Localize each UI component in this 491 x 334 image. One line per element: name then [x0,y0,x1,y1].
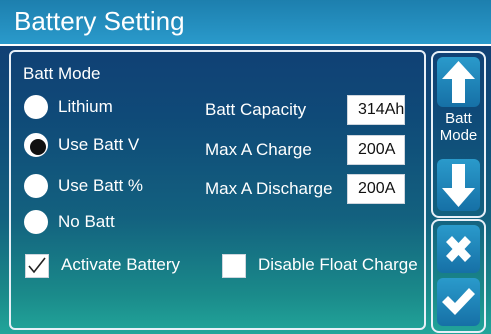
radio-no-batt[interactable] [24,210,48,234]
settings-panel: Batt Mode Lithium Use Batt V Use Batt % … [9,50,426,330]
batt-mode-label-line1: Batt [445,110,472,127]
batt-mode-label-line2: Mode [439,127,478,144]
max-a-discharge-input[interactable]: 200A [347,174,405,204]
radio-use-batt-percent[interactable] [24,174,48,198]
cancel-button[interactable] [437,225,480,273]
radio-selected-dot [30,139,46,155]
max-a-discharge-label: Max A Discharge [205,179,333,198]
activate-battery-label: Activate Battery [61,255,181,274]
disable-float-charge-label: Disable Float Charge [258,255,418,274]
max-a-charge-input[interactable]: 200A [347,135,405,165]
disable-float-charge-checkbox[interactable] [222,254,246,278]
header-bar: Battery Setting [0,0,491,46]
batt-mode-title: Batt Mode [23,64,101,83]
batt-capacity-input[interactable]: 314Ah [347,95,405,125]
arrow-up-icon [442,61,475,103]
mode-navigation-group: Batt Mode [431,51,486,218]
radio-no-batt-label: No Batt [58,212,115,231]
down-button[interactable] [437,159,480,211]
checkmark-icon [28,257,46,274]
radio-use-batt-v-label: Use Batt V [58,135,140,154]
battery-setting-screen: Battery Setting Batt Mode Lithium Use Ba… [0,0,491,334]
page-title: Battery Setting [14,6,185,36]
arrow-down-icon [442,164,475,207]
batt-capacity-label: Batt Capacity [205,100,307,119]
up-button[interactable] [437,57,480,107]
radio-use-batt-percent-label: Use Batt % [58,176,144,195]
action-button-group [431,219,486,333]
radio-lithium-label: Lithium [58,97,113,116]
x-icon [446,236,471,262]
max-a-charge-label: Max A Charge [205,140,312,159]
radio-lithium[interactable] [24,95,48,119]
radio-use-batt-v[interactable] [24,133,48,157]
check-icon [442,288,475,315]
confirm-button[interactable] [437,278,480,326]
activate-battery-checkbox[interactable] [25,254,49,278]
